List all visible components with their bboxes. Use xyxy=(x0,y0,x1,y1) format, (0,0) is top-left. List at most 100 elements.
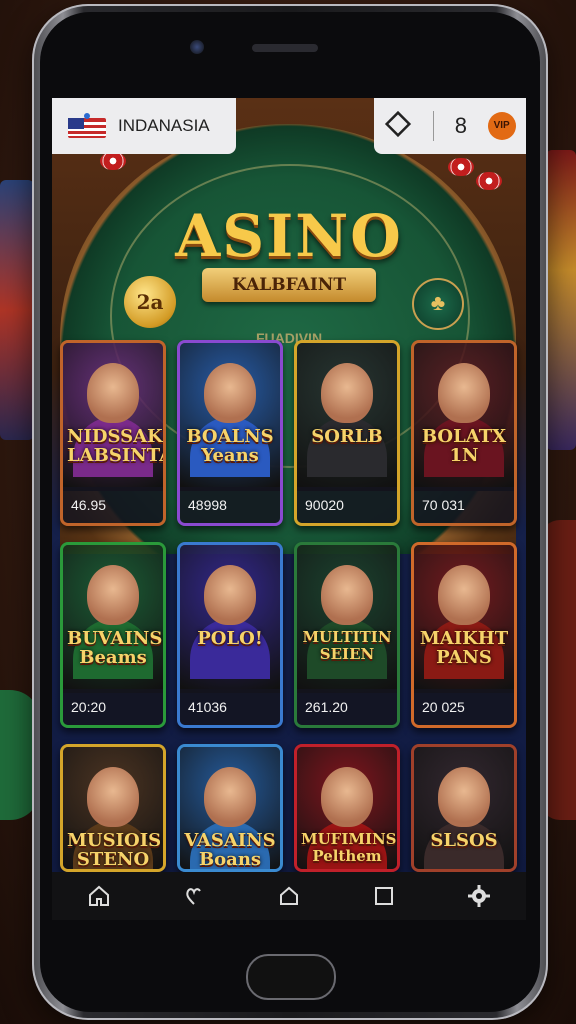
gear-icon[interactable] xyxy=(459,876,499,916)
casino-logo-ribbon: KALBFAINT xyxy=(202,268,376,302)
game-title-main: SORLB xyxy=(311,426,383,447)
game-title: SORLB xyxy=(301,427,393,446)
game-card-art: SLSOS xyxy=(414,747,514,869)
character-portrait xyxy=(204,363,256,423)
background-slot-machine-right xyxy=(546,150,576,450)
game-value: 48998 xyxy=(180,487,280,523)
character-portrait xyxy=(321,767,373,827)
game-subtitle: Yeans xyxy=(201,445,259,466)
house-icon[interactable] xyxy=(269,876,309,916)
game-title-main: BOALNS xyxy=(186,426,274,447)
game-title: BOLATX 1N xyxy=(418,427,510,465)
region-label: INDANASIA xyxy=(118,116,210,135)
game-card[interactable]: VASAINS Boans xyxy=(177,744,283,872)
game-value: 261.20 xyxy=(297,689,397,725)
game-card-art: NIDSSAKLABSINTAL xyxy=(63,343,163,491)
game-card-art: SORLB xyxy=(297,343,397,491)
game-subtitle: Beams xyxy=(79,647,147,668)
home-button[interactable] xyxy=(246,954,336,1000)
game-value: 90020 xyxy=(297,487,397,523)
heart-icon[interactable] xyxy=(174,876,214,916)
character-portrait xyxy=(321,363,373,423)
game-card[interactable]: SORLB 90020 xyxy=(294,340,400,526)
character-portrait xyxy=(204,767,256,827)
game-title-main: MAIKHT xyxy=(419,628,509,649)
app-screen: ASINO KALBFAINT 2a ♣ FUADIVIN INDANASIA … xyxy=(52,98,526,878)
game-card-art: MULTITIN SEIEN xyxy=(297,545,397,693)
character-portrait xyxy=(87,565,139,625)
game-title-main: MULTITIN xyxy=(302,628,392,646)
chip-decoration xyxy=(448,158,474,176)
game-card[interactable]: MUSIOIS STENO xyxy=(60,744,166,872)
game-title: BOALNS Yeans xyxy=(184,427,276,465)
game-card[interactable]: POLO! 41036 xyxy=(177,542,283,728)
background-slot-machine-left xyxy=(0,180,34,440)
game-title-main: SLSOS xyxy=(430,830,498,851)
chip-decoration xyxy=(100,152,126,170)
game-title: VASAINS Boans xyxy=(184,831,276,869)
game-card[interactable]: BOLATX 1N 70 031 xyxy=(411,340,517,526)
game-subtitle: 1N xyxy=(449,445,479,466)
character-portrait xyxy=(87,363,139,423)
character-portrait xyxy=(438,363,490,423)
game-subtitle: Pelthem xyxy=(312,847,382,865)
game-subtitle: STENO xyxy=(76,849,150,870)
game-card[interactable]: SLSOS xyxy=(411,744,517,872)
game-card-art: BUVAINS Beams xyxy=(63,545,163,693)
game-card-art: POLO! xyxy=(180,545,280,693)
game-card[interactable]: MULTITIN SEIEN 261.20 xyxy=(294,542,400,728)
game-grid: NIDSSAKLABSINTAL 46.95 BOALNSYeans 48998 SOR… xyxy=(60,340,518,872)
game-card[interactable]: MAIKHT PANS 20 025 xyxy=(411,542,517,728)
game-card[interactable]: BUVAINS Beams 20:20 xyxy=(60,542,166,728)
game-title-main: NIDSSAK xyxy=(67,426,163,447)
character-portrait xyxy=(438,767,490,827)
game-title-main: MUFIMINS xyxy=(301,830,397,848)
game-value: 20:20 xyxy=(63,689,163,725)
game-value: 46.95 xyxy=(63,487,163,523)
game-value: 20 025 xyxy=(414,689,514,725)
stats-bar: 8 VIP xyxy=(374,98,526,154)
game-card-art: MUSIOIS STENO xyxy=(63,747,163,870)
game-title-main: POLO! xyxy=(197,628,263,649)
game-subtitle: PANS xyxy=(436,647,492,668)
character-portrait xyxy=(87,767,139,827)
character-portrait xyxy=(204,565,256,625)
character-portrait xyxy=(321,565,373,625)
game-card-art: VASAINS Boans xyxy=(180,747,280,869)
home-icon[interactable] xyxy=(79,876,119,916)
game-card[interactable]: NIDSSAKLABSINTAL 46.95 xyxy=(60,340,166,526)
game-card-art: MAIKHT PANS xyxy=(414,545,514,693)
divider xyxy=(433,111,435,141)
game-subtitle: LABSINTAL xyxy=(67,445,163,466)
game-title: MULTITIN SEIEN xyxy=(301,629,393,663)
game-title: BUVAINS Beams xyxy=(67,629,162,668)
region-selector[interactable]: INDANASIA xyxy=(52,98,236,154)
ticket-icon[interactable] xyxy=(384,110,412,143)
game-value: 41036 xyxy=(180,689,280,725)
game-card-art: BOLATX 1N xyxy=(414,343,514,491)
casino-logo-title: ASINO xyxy=(175,202,403,270)
game-title: MUSIOIS STENO xyxy=(67,830,162,870)
flag-icon xyxy=(68,112,106,140)
game-card-art: BOALNS Yeans xyxy=(180,343,280,491)
game-subtitle: SEIEN xyxy=(319,645,375,663)
game-title: SLSOS xyxy=(418,831,510,850)
game-title: POLO! xyxy=(184,629,276,648)
game-title: MUFIMINS Pelthem xyxy=(301,831,397,865)
square-icon[interactable] xyxy=(364,876,404,916)
game-card[interactable]: BOALNS Yeans 48998 xyxy=(177,340,283,526)
game-title-main: VASAINS xyxy=(184,830,276,851)
game-title: MAIKHT PANS xyxy=(418,629,510,667)
character-portrait xyxy=(438,565,490,625)
clover-icon: ♣ xyxy=(412,278,464,330)
game-title: NIDSSAKLABSINTAL xyxy=(67,427,163,465)
game-title-main: BOLATX xyxy=(421,426,507,447)
coin-badge: 2a xyxy=(124,276,176,328)
game-title-main: MUSIOIS xyxy=(67,830,162,851)
earpiece-speaker xyxy=(252,44,318,52)
vip-badge-icon[interactable]: VIP xyxy=(487,112,516,140)
chip-decoration xyxy=(476,172,502,190)
front-camera xyxy=(190,40,204,54)
game-value: 70 031 xyxy=(414,487,514,523)
game-card[interactable]: MUFIMINS Pelthem xyxy=(294,744,400,872)
